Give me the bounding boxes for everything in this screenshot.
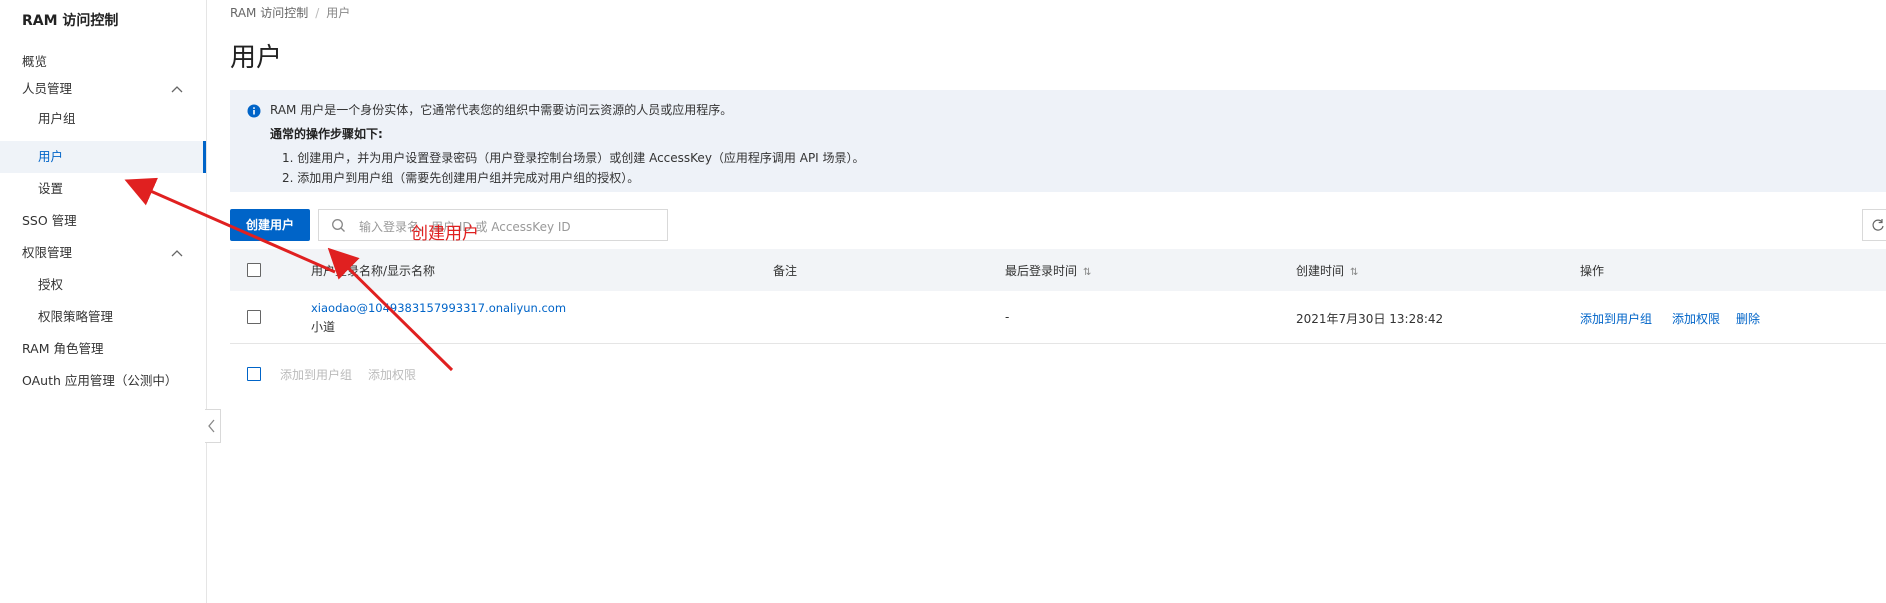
breadcrumb-root[interactable]: RAM 访问控制 bbox=[230, 6, 308, 20]
column-header-note: 备注 bbox=[773, 264, 798, 278]
annotation-label: 创建用户 bbox=[411, 224, 479, 244]
sidebar-item-label: 设置 bbox=[38, 181, 64, 196]
column-header-name: 用户登录名称/显示名称 bbox=[311, 264, 436, 278]
select-all-checkbox[interactable] bbox=[247, 263, 261, 277]
batch-select-checkbox[interactable] bbox=[247, 367, 261, 381]
user-login-link[interactable]: xiaodao@1049383157993317.onaliyun.com bbox=[311, 301, 566, 315]
sidebar-item-sso[interactable]: SSO 管理 bbox=[0, 205, 206, 237]
sidebar-collapse-button[interactable] bbox=[205, 409, 221, 443]
user-last-login: - bbox=[1005, 310, 1010, 324]
sidebar-item-label: 授权 bbox=[38, 277, 64, 292]
info-step: 2. 添加用户到用户组（需要先创建用户组并完成对用户组的授权）。 bbox=[282, 171, 640, 185]
sidebar-item-policies[interactable]: 权限策略管理 bbox=[0, 301, 206, 333]
sidebar-item-groups[interactable]: 用户组 bbox=[0, 103, 206, 135]
user-created-time: 2021年7月30日 13:28:42 bbox=[1296, 312, 1444, 326]
page-title: 用户 bbox=[230, 43, 283, 73]
delete-link[interactable]: 删除 bbox=[1736, 310, 1760, 327]
refresh-icon bbox=[1872, 219, 1884, 231]
add-permission-link[interactable]: 添加权限 bbox=[1672, 310, 1720, 327]
sidebar-item-ram-roles[interactable]: RAM 角色管理 bbox=[0, 333, 206, 365]
sidebar-item-label: RAM 角色管理 bbox=[22, 341, 104, 356]
info-panel: RAM 用户是一个身份实体，它通常代表您的组织中需要访问云资源的人员或应用程序。… bbox=[230, 90, 1886, 192]
breadcrumb: RAM 访问控制 / 用户 bbox=[230, 4, 350, 21]
info-icon bbox=[247, 104, 261, 118]
sidebar-item-users[interactable]: 用户 bbox=[0, 141, 206, 173]
info-step: 1. 创建用户，并为用户设置登录密码（用户登录控制台场景）或创建 AccessK… bbox=[282, 151, 865, 165]
sidebar-item-label: 权限管理 bbox=[22, 245, 73, 260]
column-header-actions: 操作 bbox=[1580, 264, 1605, 278]
refresh-button[interactable] bbox=[1862, 209, 1886, 241]
column-header-created[interactable]: 创建时间 ⇅ bbox=[1296, 262, 1358, 279]
sidebar: RAM 访问控制 概览 人员管理 用户组 用户 设置 SSO 管理 权限管理 授… bbox=[0, 0, 207, 603]
sidebar-item-label: 人员管理 bbox=[22, 81, 73, 96]
search-icon bbox=[332, 219, 345, 232]
batch-add-permission-button[interactable]: 添加权限 bbox=[368, 366, 416, 383]
sidebar-title: RAM 访问控制 bbox=[22, 13, 119, 29]
sidebar-item-grants[interactable]: 授权 bbox=[0, 269, 206, 301]
breadcrumb-separator: / bbox=[315, 6, 320, 20]
sort-icon[interactable]: ⇅ bbox=[1350, 267, 1358, 278]
sidebar-item-oauth[interactable]: OAuth 应用管理（公测中） bbox=[0, 365, 206, 397]
row-checkbox[interactable] bbox=[247, 310, 261, 324]
sidebar-item-label: 权限策略管理 bbox=[38, 309, 114, 324]
breadcrumb-current: 用户 bbox=[326, 6, 351, 20]
info-heading: 通常的操作步骤如下: bbox=[270, 127, 383, 141]
sidebar-item-permissions[interactable]: 权限管理 bbox=[0, 237, 206, 269]
chevron-left-icon bbox=[208, 419, 215, 433]
sidebar-item-label: 用户 bbox=[38, 149, 64, 164]
table-row: xiaodao@1049383157993317.onaliyun.com 小道… bbox=[230, 291, 1886, 344]
batch-add-to-group-button[interactable]: 添加到用户组 bbox=[280, 366, 352, 383]
sort-icon[interactable]: ⇅ bbox=[1083, 267, 1091, 278]
user-display-name: 小道 bbox=[311, 320, 336, 334]
sidebar-item-label: SSO 管理 bbox=[22, 213, 77, 228]
search-input[interactable]: 输入登录名、用户 ID 或 AccessKey ID bbox=[318, 209, 668, 241]
sidebar-item-settings[interactable]: 设置 bbox=[0, 173, 206, 205]
add-to-group-link[interactable]: 添加到用户组 bbox=[1580, 310, 1652, 327]
table-header: 用户登录名称/显示名称 备注 最后登录时间 ⇅ 创建时间 ⇅ 操作 bbox=[230, 249, 1886, 291]
create-user-button[interactable]: 创建用户 bbox=[230, 209, 310, 241]
chevron-up-icon bbox=[171, 250, 183, 257]
info-text: RAM 用户是一个身份实体，它通常代表您的组织中需要访问云资源的人员或应用程序。 bbox=[270, 103, 733, 117]
sidebar-item-label: 用户组 bbox=[38, 111, 76, 126]
sidebar-item-identities[interactable]: 人员管理 bbox=[0, 73, 206, 105]
column-header-last-login[interactable]: 最后登录时间 ⇅ bbox=[1005, 262, 1091, 279]
sidebar-item-label: OAuth 应用管理（公测中） bbox=[22, 373, 178, 388]
chevron-up-icon bbox=[171, 86, 183, 93]
